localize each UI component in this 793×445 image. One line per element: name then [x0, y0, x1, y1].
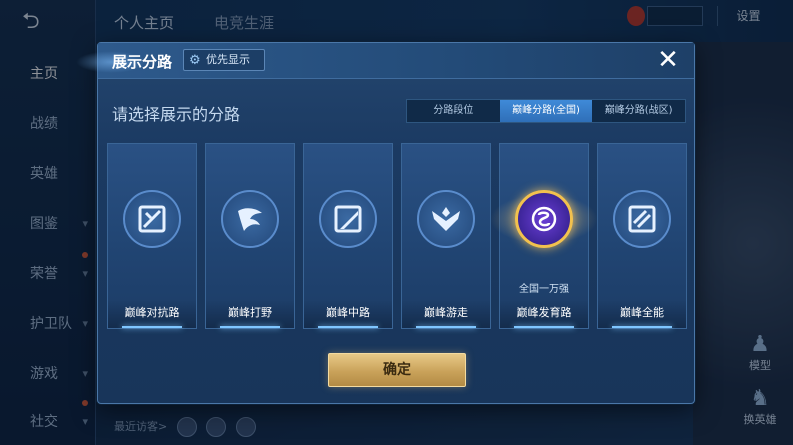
lane-card-label: 巅峰打野 — [228, 306, 272, 319]
dialog-header: 展示分路 ⚙ 优先显示 ✕ — [76, 43, 694, 79]
priority-display-button[interactable]: ⚙ 优先显示 — [183, 49, 265, 71]
farm-lane-gold-icon — [515, 190, 573, 248]
lane-card-label: 巅峰全能 — [620, 306, 664, 319]
card-glow — [318, 326, 378, 328]
rank-caption: 全国一万强 — [519, 284, 569, 295]
tab-lane-rank[interactable]: 分路段位 — [407, 100, 500, 122]
close-button[interactable]: ✕ — [654, 47, 682, 75]
gear-icon: ⚙ — [189, 53, 201, 68]
confirm-button[interactable]: 确定 — [328, 353, 466, 387]
dialog-title: 展示分路 — [112, 53, 173, 71]
all-round-icon — [613, 190, 671, 248]
lane-card-clash[interactable]: 巅峰对抗路 — [107, 143, 197, 329]
priority-display-label: 优先显示 — [206, 53, 250, 66]
lane-card-jungle[interactable]: 巅峰打野 — [205, 143, 295, 329]
lane-card-allround[interactable]: 巅峰全能 — [597, 143, 687, 329]
card-glow — [220, 326, 280, 328]
lane-card-farm[interactable]: 全国一万强 巅峰发育路 — [490, 143, 598, 329]
jungle-icon — [221, 190, 279, 248]
tab-peak-lane-national[interactable]: 巅峰分路(全国) — [499, 100, 593, 122]
lane-card-list: 巅峰对抗路 巅峰打野 巅峰中路 巅峰游走 全国一万强 巅峰发育路 巅峰全能 — [107, 143, 687, 329]
display-lane-dialog: 展示分路 ⚙ 优先显示 ✕ 请选择展示的分路 分路段位 巅峰分路(全国) 巅峰分… — [76, 42, 695, 404]
dialog-subtitle: 请选择展示的分路 — [112, 105, 241, 124]
lane-card-label: 巅峰中路 — [326, 306, 370, 319]
lane-card-label: 巅峰游走 — [424, 306, 468, 319]
clash-lane-icon — [123, 190, 181, 248]
card-glow — [416, 326, 476, 328]
card-glow — [122, 326, 182, 328]
lane-card-label: 巅峰发育路 — [516, 306, 572, 319]
lane-card-roam[interactable]: 巅峰游走 — [401, 143, 491, 329]
mid-lane-icon — [319, 190, 377, 248]
tab-peak-lane-region[interactable]: 巅峰分路(战区) — [592, 100, 685, 122]
card-glow — [612, 326, 672, 328]
lane-card-mid[interactable]: 巅峰中路 — [303, 143, 393, 329]
roam-icon — [417, 190, 475, 248]
lane-source-tabs: 分路段位 巅峰分路(全国) 巅峰分路(战区) — [406, 99, 686, 123]
lane-card-label: 巅峰对抗路 — [124, 306, 180, 319]
card-glow — [514, 326, 574, 328]
